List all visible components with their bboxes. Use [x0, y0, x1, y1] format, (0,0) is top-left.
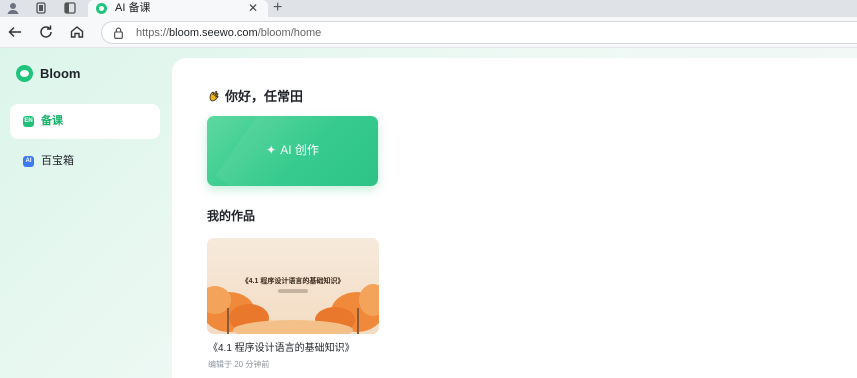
close-tab-icon[interactable]: ✕ [248, 0, 258, 17]
ai-create-label: ✦ AI 创作 [207, 142, 378, 158]
work-card[interactable]: 《4.1 程序设计语言的基础知识》 [207, 238, 379, 334]
browser-tab-strip: AI 备课 ✕ + [0, 0, 857, 17]
greeting: 你好，任常田 [207, 88, 303, 106]
url-text[interactable]: https://bloom.seewo.com/bloom/home [136, 26, 321, 40]
lock-icon[interactable] [114, 26, 123, 39]
sidebar-item-label: 百宝箱 [41, 155, 74, 167]
sidebar-item-lesson-prep[interactable]: EN 备课 [10, 104, 160, 139]
browser-toolbar: https://bloom.seewo.com/bloom/home [0, 17, 857, 48]
url-host: bloom.seewo.com [169, 27, 258, 39]
ai-create-button[interactable]: ✦ AI 创作 [207, 116, 378, 186]
back-icon[interactable] [6, 23, 24, 41]
work-thumbnail-subtitle [278, 289, 308, 293]
sidebar-item-toolbox[interactable]: AI 百宝箱 [10, 144, 160, 179]
sparkle-icon: ✦ [266, 143, 277, 157]
tab-title: AI 备课 [115, 2, 151, 14]
main-content: 你好，任常田 ✦ AI 创作 我的作品 《4.1 程序设计语言的基础知识》 《4… [172, 58, 857, 378]
greeting-text: 你好，任常田 [225, 89, 304, 104]
profile-icon[interactable] [6, 1, 20, 15]
waving-hand-icon [207, 89, 221, 103]
new-tab-button[interactable]: + [273, 0, 282, 17]
address-bar[interactable]: https://bloom.seewo.com/bloom/home [101, 21, 857, 44]
work-name[interactable]: 《4.1 程序设计语言的基础知识》 [208, 342, 355, 356]
ai-create-text: AI 创作 [280, 143, 319, 157]
bloom-logo-icon [16, 65, 33, 82]
bloom-app: Bloom EN 备课 AI 百宝箱 你好，任常田 ✦ AI 创作 我的作品 《… [0, 48, 857, 378]
work-thumbnail-image [207, 238, 379, 334]
lesson-prep-icon: EN [23, 116, 34, 127]
work-thumbnail-title: 《4.1 程序设计语言的基础知识》 [241, 278, 345, 285]
refresh-icon[interactable] [37, 23, 55, 41]
work-edited-time: 编辑于 20 分钟前 [208, 360, 270, 369]
url-scheme: https:// [136, 27, 170, 39]
brand-name: Bloom [40, 66, 81, 81]
home-icon[interactable] [68, 23, 86, 41]
bloom-favicon-icon [96, 3, 107, 14]
sidebar-item-label: 备课 [41, 115, 63, 127]
section-title-my-works: 我的作品 [207, 209, 256, 223]
active-tab[interactable]: AI 备课 ✕ [88, 0, 268, 17]
toolbox-icon: AI [23, 156, 34, 167]
url-path: /bloom/home [257, 27, 322, 39]
collections-icon[interactable] [34, 1, 48, 15]
tab-actions-icon[interactable] [63, 1, 77, 15]
